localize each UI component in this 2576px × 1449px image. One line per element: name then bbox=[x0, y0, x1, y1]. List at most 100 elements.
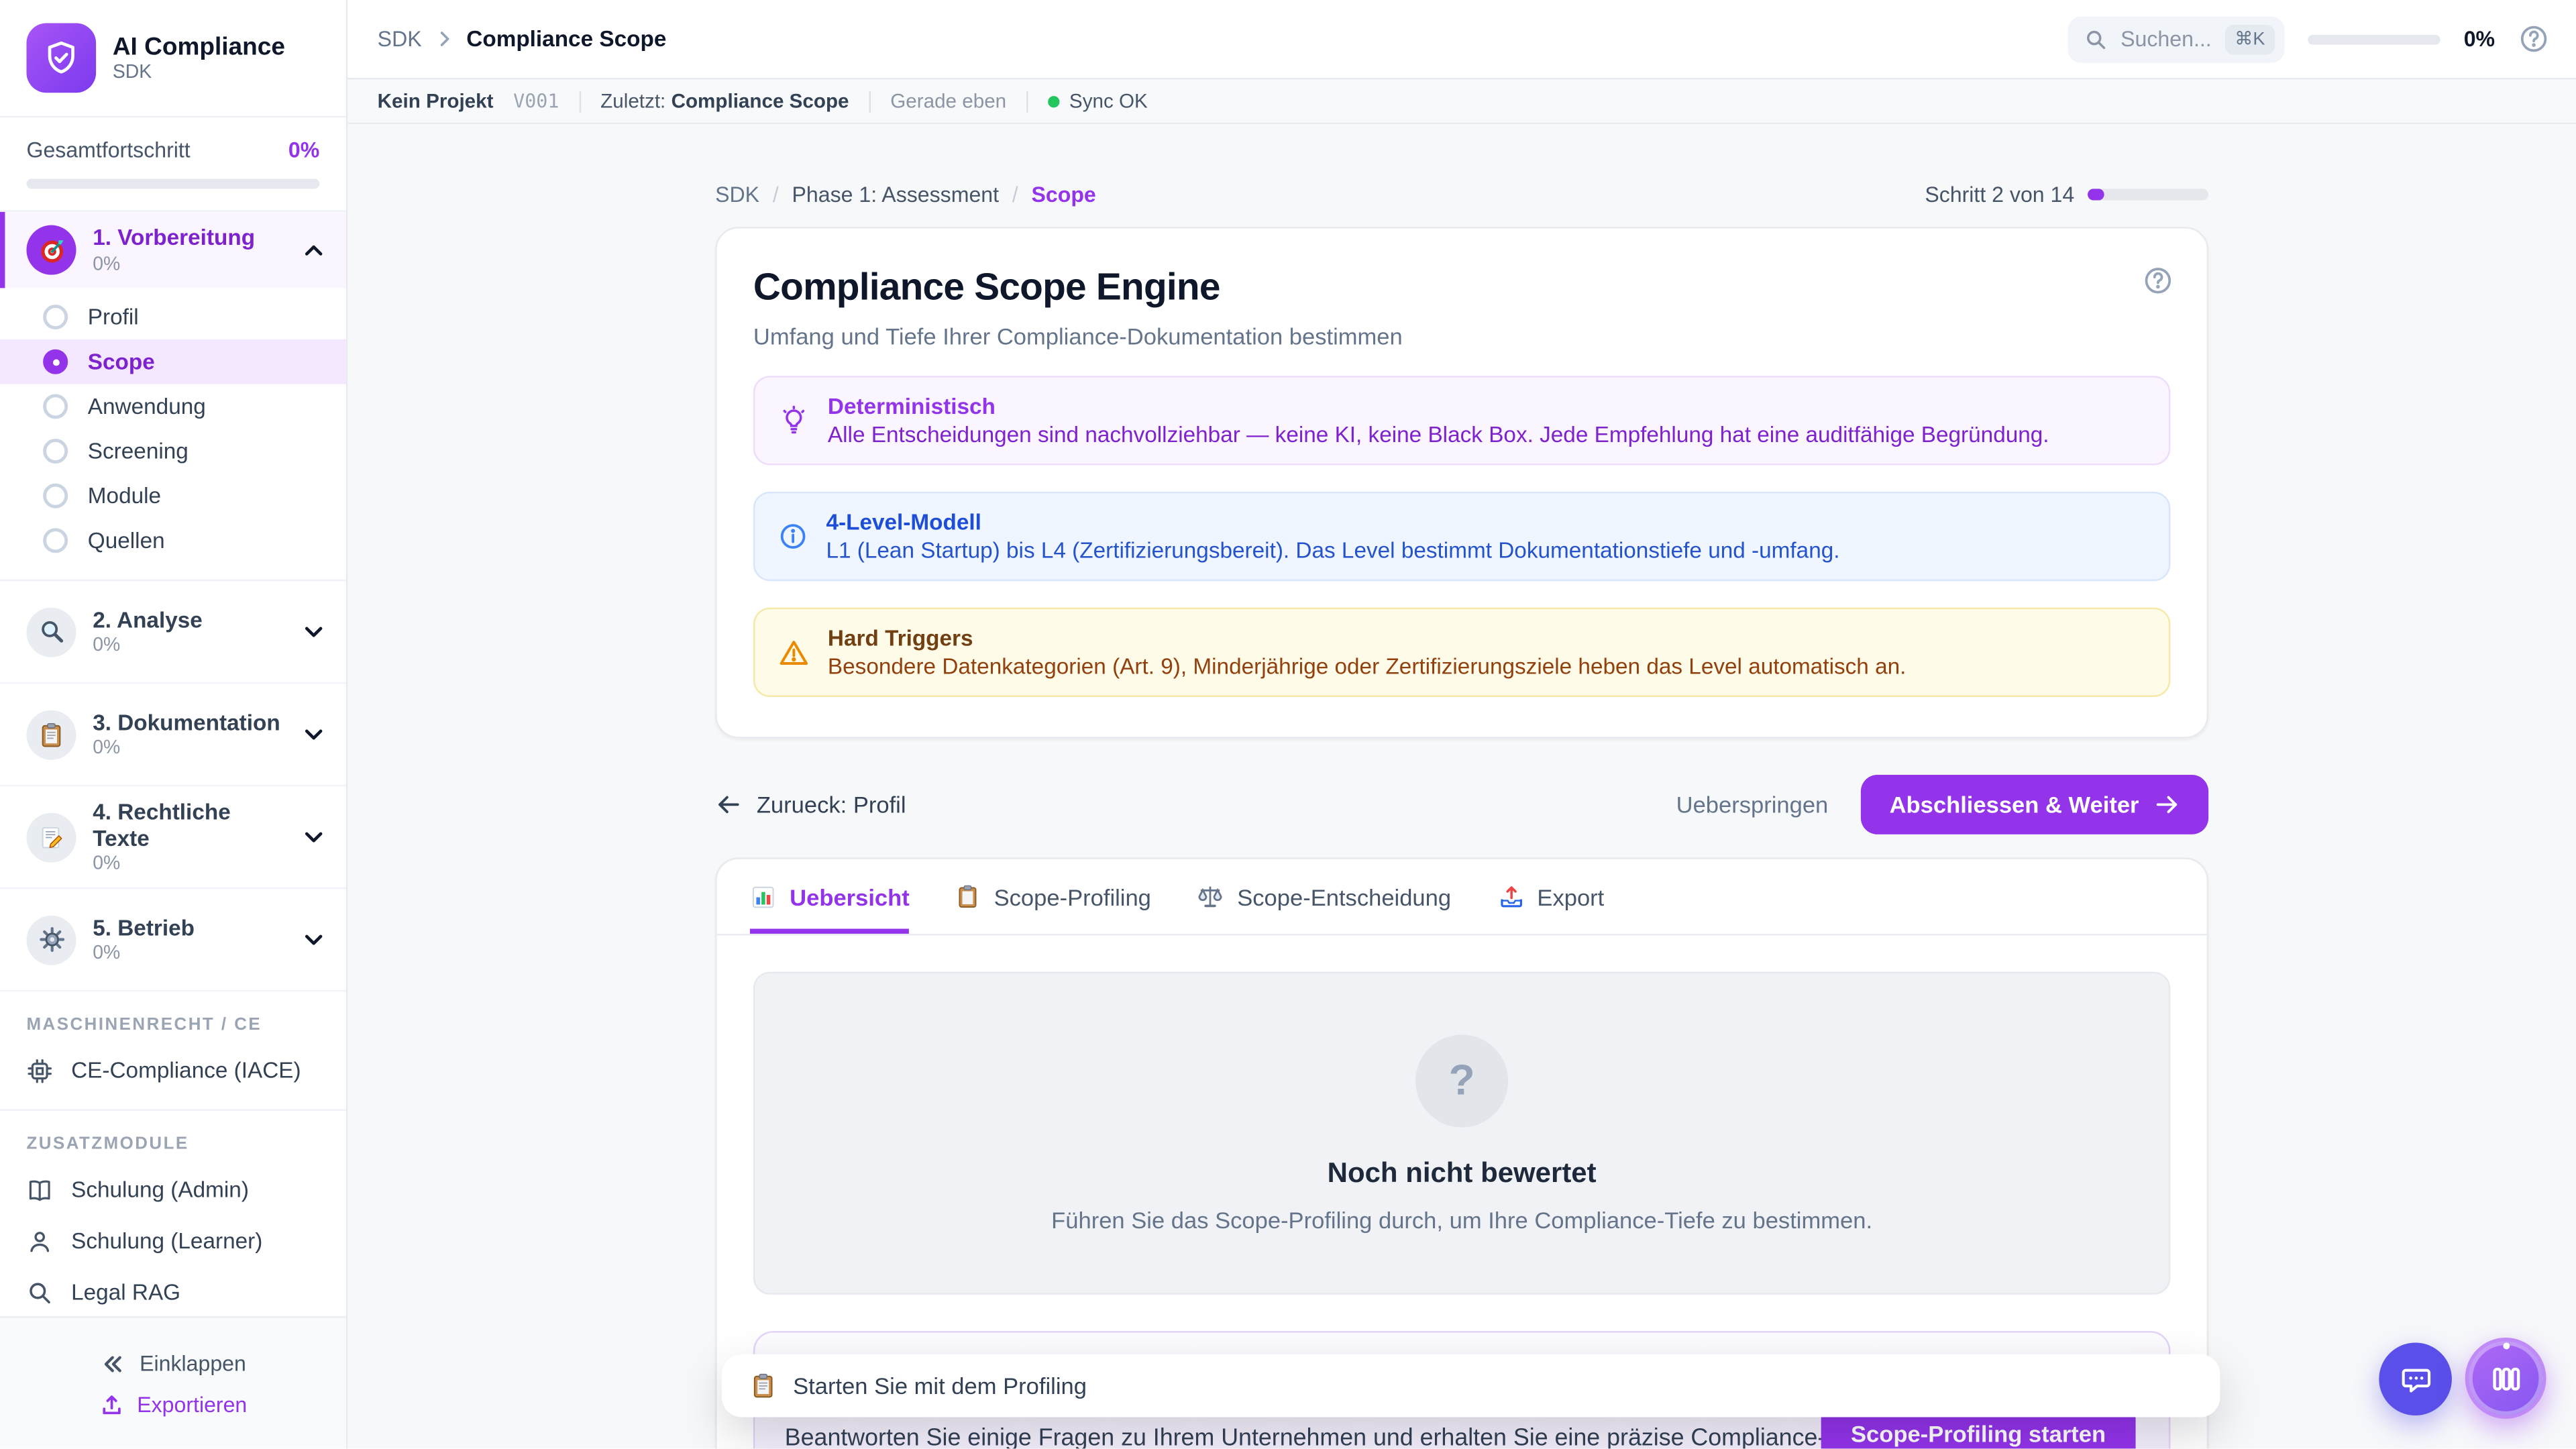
section-progress: 0% bbox=[93, 636, 284, 656]
tab-bar: Uebersicht Scope-Profiling bbox=[717, 859, 2207, 936]
breadcrumb-current: Compliance Scope bbox=[466, 26, 666, 51]
panel-fab-button[interactable] bbox=[2465, 1338, 2546, 1419]
search-icon bbox=[2084, 28, 2108, 51]
sidebar-item-ce-compliance[interactable]: CE-Compliance (IACE) bbox=[0, 1044, 346, 1096]
shield-check-icon bbox=[42, 38, 81, 78]
app-title: AI Compliance bbox=[113, 34, 285, 62]
magnifier-icon bbox=[26, 606, 76, 656]
item-label: Anwendung bbox=[88, 394, 206, 419]
sidebar-item-module[interactable]: Module bbox=[0, 474, 346, 519]
clipboard-icon bbox=[750, 1373, 776, 1399]
info-box-text: Alle Entscheidungen sind nachvollziehbar… bbox=[828, 422, 2049, 447]
export-button[interactable]: Exportieren bbox=[99, 1392, 247, 1417]
help-icon[interactable] bbox=[2142, 265, 2174, 297]
overall-progress-value: 0% bbox=[288, 138, 319, 162]
info-box-text: Besondere Datenkategorien (Art. 9), Mind… bbox=[828, 654, 1907, 679]
collapse-label: Einklappen bbox=[140, 1351, 246, 1376]
back-button[interactable]: Zurueck: Profil bbox=[715, 792, 906, 818]
page-subtitle: Umfang und Tiefe Ihrer Compliance-Dokume… bbox=[753, 323, 2170, 349]
complete-next-button[interactable]: Abschliessen & Weiter bbox=[1862, 775, 2208, 835]
item-label: Quellen bbox=[88, 528, 165, 553]
info-box-title: 4-Level-Modell bbox=[826, 510, 1839, 535]
sidebar-section-analyse[interactable]: 2. Analyse 0% bbox=[0, 581, 346, 684]
sidebar-item-profil[interactable]: Profil bbox=[0, 294, 346, 339]
tab-scope-profiling[interactable]: Scope-Profiling bbox=[956, 859, 1151, 934]
item-label: CE-Compliance (IACE) bbox=[71, 1058, 301, 1083]
info-box-hard-triggers: Hard Triggers Besondere Datenkategorien … bbox=[753, 608, 2170, 697]
app-subtitle: SDK bbox=[113, 62, 285, 83]
sidebar-item-screening[interactable]: Screening bbox=[0, 429, 346, 474]
skip-button[interactable]: Ueberspringen bbox=[1676, 792, 1829, 818]
app-window: AI Compliance SDK Gesamtfortschritt 0% 1… bbox=[0, 0, 2576, 1449]
group-header-zusatzmodule: ZUSATZMODULE bbox=[0, 1111, 346, 1164]
radio-circle-icon bbox=[43, 484, 68, 508]
export-label: Exportieren bbox=[137, 1392, 247, 1417]
info-icon bbox=[778, 510, 808, 563]
scales-icon bbox=[1197, 883, 1224, 910]
section-progress: 0% bbox=[93, 944, 284, 964]
main-scroll-area[interactable]: SDK Phase 1: Assessment Scope Schritt 2 … bbox=[347, 126, 2576, 1449]
content-area: SDK Compliance Scope Suchen... ⌘K 0% bbox=[347, 0, 2576, 1449]
section-progress: 0% bbox=[93, 855, 284, 875]
collapse-sidebar-button[interactable]: Einklappen bbox=[100, 1350, 246, 1377]
step-progress-bar bbox=[2088, 189, 2208, 200]
help-icon[interactable] bbox=[2518, 23, 2550, 55]
search-input[interactable]: Suchen... ⌘K bbox=[2068, 15, 2285, 62]
project-name: Kein Projekt bbox=[378, 89, 494, 113]
tab-label: Uebersicht bbox=[790, 883, 910, 910]
overall-progress: Gesamtfortschritt 0% bbox=[0, 117, 346, 212]
sidebar-item-quellen[interactable]: Quellen bbox=[0, 518, 346, 563]
tab-uebersicht[interactable]: Uebersicht bbox=[750, 859, 910, 934]
sidebar-section-rechtliche-texte[interactable]: 4. Rechtliche Texte 0% bbox=[0, 786, 346, 889]
empty-state: ? Noch nicht bewertet Führen Sie das Sco… bbox=[753, 972, 2170, 1295]
sidebar-item-scope[interactable]: Scope bbox=[0, 339, 346, 384]
next-label: Abschliessen & Weiter bbox=[1890, 792, 2139, 818]
topbar: SDK Compliance Scope Suchen... ⌘K 0% bbox=[347, 0, 2576, 79]
sidebar-item-schulung-learner[interactable]: Schulung (Learner) bbox=[0, 1215, 346, 1267]
question-mark-icon: ? bbox=[1415, 1034, 1508, 1126]
sidebar-section-betrieb[interactable]: 5. Betrieb 0% bbox=[0, 889, 346, 991]
chat-fab-button[interactable] bbox=[2379, 1342, 2452, 1415]
sidebar-item-legal-rag[interactable]: Legal RAG bbox=[0, 1267, 346, 1318]
divider bbox=[579, 90, 580, 111]
tab-scope-entscheidung[interactable]: Scope-Entscheidung bbox=[1197, 859, 1451, 934]
breadcrumb-sdk[interactable]: SDK bbox=[715, 182, 759, 207]
chevron-up-icon bbox=[301, 237, 326, 262]
empty-state-text: Führen Sie das Scope-Profiling durch, um… bbox=[1051, 1206, 1872, 1232]
breadcrumb-root[interactable]: SDK bbox=[378, 26, 422, 51]
keyboard-shortcut-badge: ⌘K bbox=[2224, 24, 2275, 54]
tab-export[interactable]: Export bbox=[1497, 859, 1604, 934]
overall-progress-bar bbox=[26, 179, 319, 189]
radio-circle-icon bbox=[43, 305, 68, 329]
info-box-text: L1 (Lean Startup) bis L4 (Zertifizierung… bbox=[826, 538, 1839, 563]
search-placeholder: Suchen... bbox=[2121, 26, 2212, 51]
last-step: Zuletzt: Compliance Scope bbox=[600, 89, 849, 113]
status-bar: Kein Projekt V001 Zuletzt: Compliance Sc… bbox=[347, 79, 2576, 124]
section-label: 1. Vorbereitung bbox=[93, 226, 284, 253]
section-label: 4. Rechtliche Texte bbox=[93, 800, 284, 853]
breadcrumb-phase[interactable]: Phase 1: Assessment bbox=[792, 182, 1000, 207]
cpu-icon bbox=[26, 1057, 52, 1083]
book-icon bbox=[26, 1176, 52, 1202]
sidebar-section-dokumentation[interactable]: 3. Dokumentation 0% bbox=[0, 684, 346, 786]
sidebar-item-schulung-admin[interactable]: Schulung (Admin) bbox=[0, 1164, 346, 1216]
info-box-title: Hard Triggers bbox=[828, 626, 1907, 651]
floating-hint-bar[interactable]: Starten Sie mit dem Profiling bbox=[722, 1354, 2220, 1417]
section-progress: 0% bbox=[93, 254, 284, 274]
section-progress: 0% bbox=[93, 739, 284, 759]
engine-card: Compliance Scope Engine Umfang und Tiefe… bbox=[715, 227, 2208, 739]
last-saved-time: Gerade eben bbox=[890, 89, 1006, 113]
item-label: Scope bbox=[88, 350, 155, 374]
info-box-level-modell: 4-Level-Modell L1 (Lean Startup) bis L4 … bbox=[753, 492, 2170, 581]
floating-bar-label: Starten Sie mit dem Profiling bbox=[793, 1373, 1087, 1399]
tab-label: Export bbox=[1537, 883, 1604, 910]
info-box-title: Deterministisch bbox=[828, 394, 2049, 419]
divider bbox=[869, 90, 870, 111]
chevron-down-icon bbox=[301, 619, 326, 644]
topbar-progress-bar bbox=[2308, 34, 2440, 44]
tab-label: Scope-Profiling bbox=[994, 883, 1151, 910]
step-indicator: Schritt 2 von 14 bbox=[1925, 182, 2208, 207]
sidebar-section-vorbereitung[interactable]: 1. Vorbereitung 0% bbox=[0, 212, 346, 288]
sidebar-item-anwendung[interactable]: Anwendung bbox=[0, 384, 346, 429]
sidebar-footer: Einklappen Exportieren bbox=[0, 1316, 346, 1448]
